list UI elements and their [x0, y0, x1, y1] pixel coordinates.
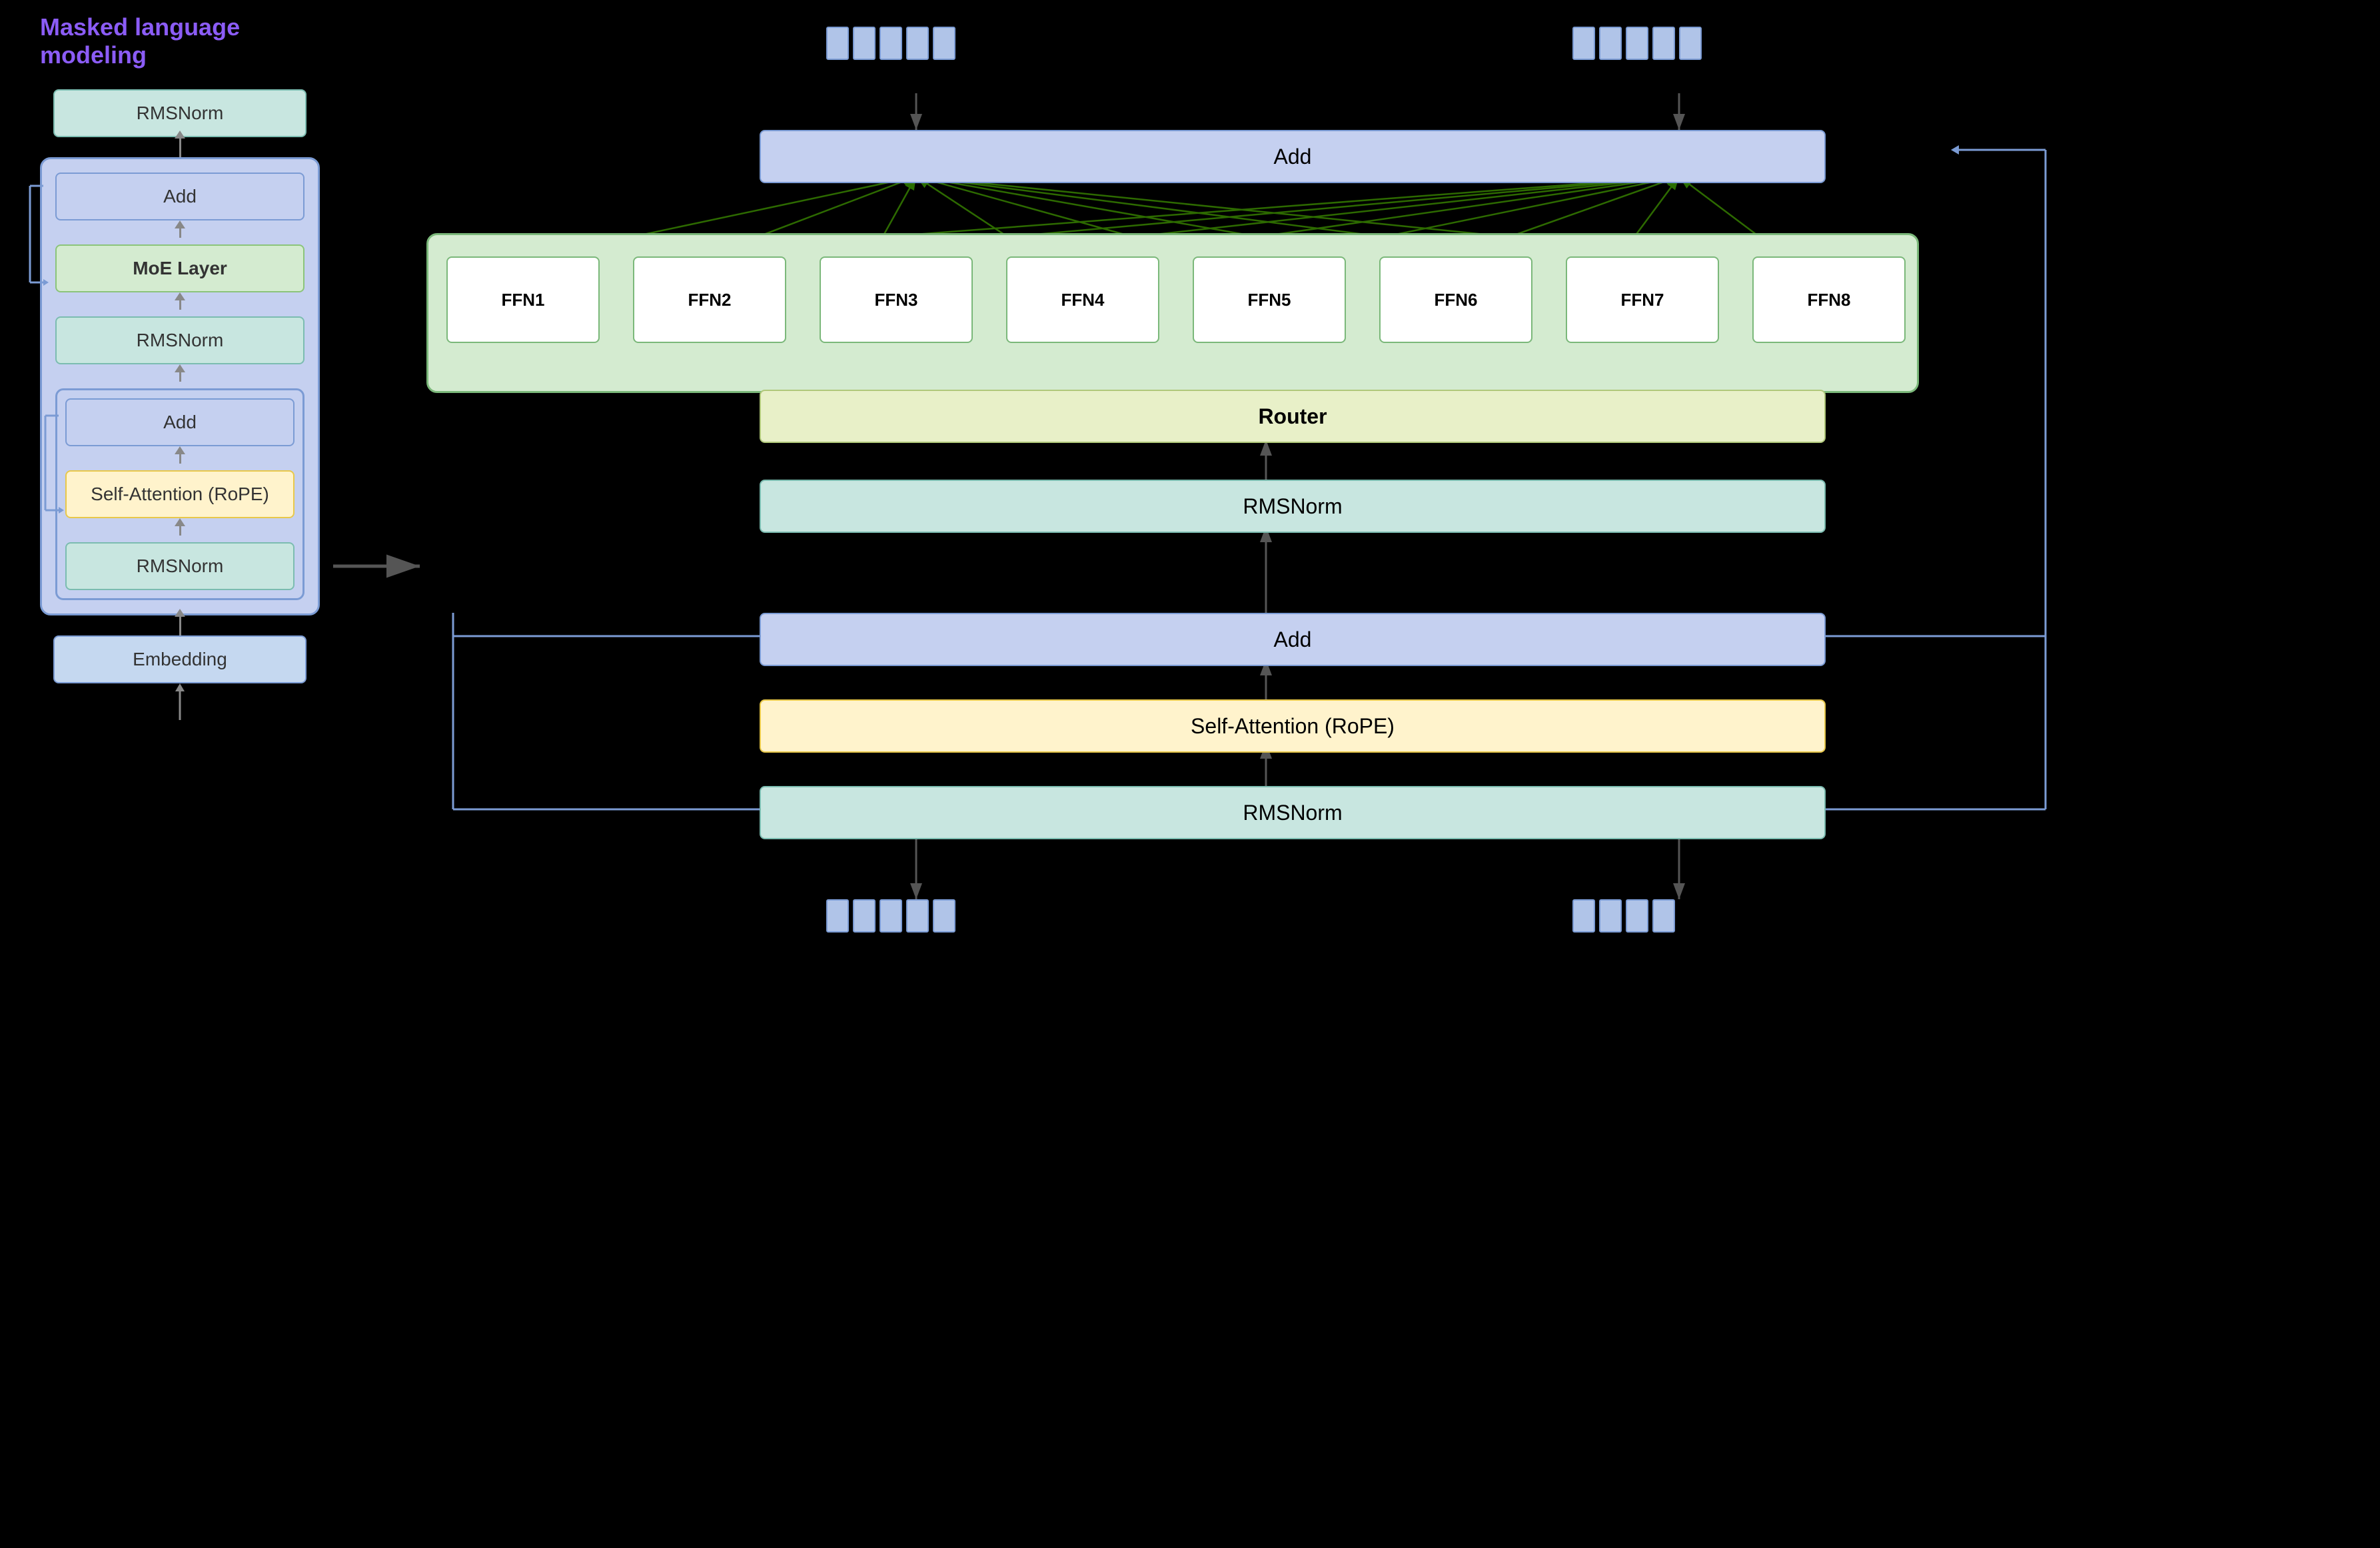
attention-sub-block: Add Self-Attention (RoPE) RMSNorm	[55, 388, 304, 600]
token-grid-top-left	[826, 27, 955, 60]
left-add-bot: Add	[65, 398, 295, 446]
left-embedding: Embedding	[53, 635, 306, 683]
transformer-block-outer: Add MoE Layer RMSNorm Add Self-Attention…	[40, 157, 320, 615]
right-add-mid: Add	[760, 613, 1826, 666]
ffn-box-3: FFN3	[820, 256, 973, 343]
left-moe-layer: MoE Layer	[55, 244, 304, 292]
feedback-arrow-inner	[40, 397, 64, 524]
left-diagram: Masked language modeling RMSNorm Add MoE…	[40, 13, 333, 723]
left-rmsnorm-bot: RMSNorm	[65, 542, 295, 590]
arrow-5	[179, 453, 181, 464]
left-rmsnorm-mid: RMSNorm	[55, 316, 304, 364]
arrow-up-1	[179, 137, 181, 157]
token-grid-bot-right	[1572, 899, 1675, 933]
input-arrow	[170, 683, 190, 723]
ffn-box-8: FFN8	[1752, 256, 1906, 343]
right-rmsnorm-router: RMSNorm	[760, 480, 1826, 533]
ffn-box-5: FFN5	[1193, 256, 1346, 343]
ffn-box-7: FFN7	[1566, 256, 1719, 343]
token-grid-top-right	[1572, 27, 1702, 60]
ffn-box-1: FFN1	[446, 256, 600, 343]
arrow-6	[179, 525, 181, 536]
arrow-7	[179, 615, 181, 635]
left-add-top: Add	[55, 173, 304, 220]
arrow-2	[179, 227, 181, 238]
ffn-box-4: FFN4	[1006, 256, 1159, 343]
diagram-title: Masked language modeling	[40, 13, 333, 69]
arrow-3	[179, 299, 181, 310]
ffn-box-2: FFN2	[633, 256, 786, 343]
ffn-box-6: FFN6	[1379, 256, 1532, 343]
right-router: Router	[760, 390, 1826, 443]
feedback-arrow-top	[23, 166, 50, 299]
right-rmsnorm-bot: RMSNorm	[760, 786, 1826, 839]
arrow-4	[179, 371, 181, 382]
right-diagram: Add FFN1 FFN2 FFN3 FFN4 FFN5 FFN6 FFN7 F…	[413, 13, 2345, 1532]
token-grid-bot-left	[826, 899, 955, 933]
right-self-attention: Self-Attention (RoPE)	[760, 699, 1826, 753]
left-self-attention: Self-Attention (RoPE)	[65, 470, 295, 518]
right-add-top: Add	[760, 130, 1826, 183]
